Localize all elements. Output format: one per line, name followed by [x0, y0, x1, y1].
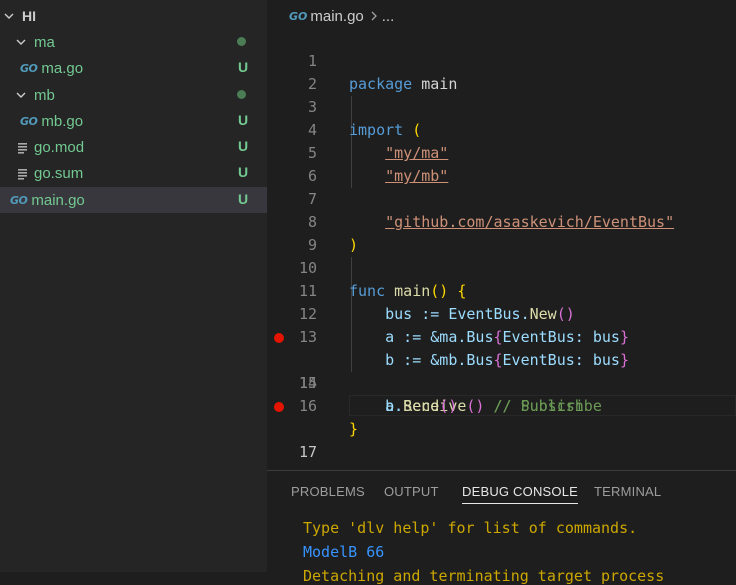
chevron-down-icon — [14, 88, 28, 102]
tab-output[interactable]: OUTPUT — [384, 484, 439, 499]
console-output-line: Type 'dlv help' for list of commands. — [303, 519, 638, 537]
tab-terminal[interactable]: TERMINAL — [594, 484, 661, 499]
tree-item-label: go.mod — [34, 138, 85, 156]
code-line: 15 a.Send() // Publish — [267, 349, 736, 415]
code-line: 7 "github.com/asaskevich/EventBus" — [267, 165, 736, 231]
git-status-badge: U — [238, 112, 249, 128]
breadcrumb-more[interactable]: ... — [382, 8, 395, 25]
console-output-line: Detaching and terminating target process — [303, 567, 665, 585]
git-status-badge: U — [238, 138, 249, 154]
code-line: 14 b.Receive() // Subscribe — [267, 326, 736, 415]
breadcrumb: GO main.go ... — [289, 6, 394, 26]
tree-item-label: ma.go — [41, 59, 84, 77]
breakpoint-icon[interactable] — [274, 402, 284, 412]
explorer-root-folder[interactable]: HI — [0, 3, 267, 29]
code-line: 3 import ( — [267, 73, 736, 139]
console-output-line: ModelB 66 — [303, 543, 385, 561]
lines-file-icon — [18, 167, 28, 180]
code-line: 5 "my/mb" — [267, 119, 736, 185]
go-file-icon: GO — [289, 9, 308, 23]
tree-item-label: main.go — [31, 191, 85, 209]
code-token: } — [349, 420, 359, 438]
breakpoint-icon[interactable] — [274, 333, 284, 343]
tab-problems[interactable]: PROBLEMS — [291, 484, 365, 499]
tree-file-mb-go[interactable]: GO mb.go U — [0, 108, 267, 134]
folder-changes-dot — [237, 37, 246, 46]
code-text: } — [349, 418, 358, 441]
chevron-down-icon — [14, 35, 28, 49]
code-line: 9 — [267, 211, 736, 254]
git-status-badge: U — [238, 59, 249, 75]
code-line: 16 } — [267, 372, 736, 438]
line-number: 17 — [298, 443, 317, 461]
git-status-badge: U — [238, 164, 249, 180]
git-status-badge: U — [238, 191, 249, 207]
go-file-icon: GO — [10, 193, 28, 207]
explorer-root-label: HI — [22, 8, 36, 24]
go-file-icon: GO — [20, 61, 38, 75]
chevron-right-icon — [370, 8, 378, 25]
explorer-sidebar: HI ma GO ma.go U mb GO mb.go U go.mod U — [0, 0, 267, 572]
chevron-down-icon — [2, 9, 16, 23]
code-line: 6 — [267, 142, 736, 185]
tree-file-ma-go[interactable]: GO ma.go U — [0, 55, 267, 81]
tree-file-main-go[interactable]: GO main.go U — [0, 187, 267, 213]
tree-item-label: ma — [34, 33, 55, 51]
tree-item-label: go.sum — [34, 164, 84, 182]
code-line: 11 bus := EventBus.New() — [267, 257, 736, 323]
code-line: 2 — [267, 50, 736, 93]
current-line-highlight — [349, 395, 736, 416]
tree-folder-ma[interactable]: ma — [0, 29, 267, 55]
code-line: 8 ) — [267, 188, 736, 254]
code-editor[interactable]: GO main.go ... 1 package main 2 3 import… — [267, 0, 736, 470]
tree-folder-mb[interactable]: mb — [0, 82, 267, 108]
code-line: 12 a := &ma.Bus{EventBus: bus} — [267, 280, 736, 346]
tab-debug-console[interactable]: DEBUG CONSOLE — [462, 484, 579, 504]
breadcrumb-file[interactable]: main.go — [310, 8, 363, 25]
code-line: 1 package main — [267, 27, 736, 93]
tree-item-label: mb — [34, 86, 55, 104]
code-line: 10 func main() { — [267, 234, 736, 300]
code-line: 4 "my/ma" — [267, 96, 736, 162]
go-file-icon: GO — [20, 114, 38, 128]
code-line-current[interactable]: 17 — [267, 395, 736, 461]
lines-file-icon — [18, 141, 28, 154]
folder-changes-dot — [237, 90, 246, 99]
tree-file-go-sum[interactable]: go.sum U — [0, 160, 267, 186]
tree-file-go-mod[interactable]: go.mod U — [0, 134, 267, 160]
code-line: 13 b := &mb.Bus{EventBus: bus} — [267, 303, 736, 369]
bottom-panel: PROBLEMS OUTPUT DEBUG CONSOLE TERMINAL T… — [267, 470, 736, 585]
tree-item-label: mb.go — [41, 112, 84, 130]
